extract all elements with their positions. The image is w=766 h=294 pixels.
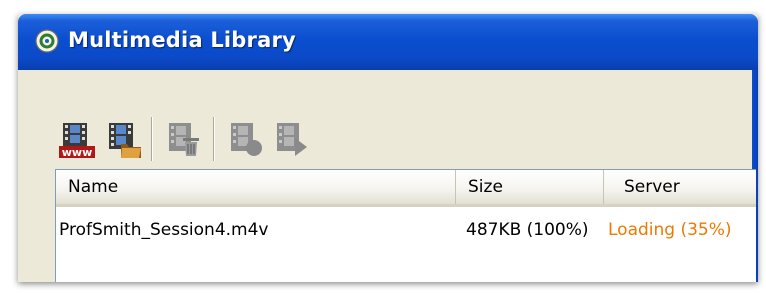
column-header-name[interactable]: Name [56, 170, 456, 204]
media-list[interactable]: Name Size Server ProfSmith_Session4.m4v … [55, 169, 756, 282]
film-play-icon [277, 123, 307, 156]
toolbar: www [18, 70, 752, 180]
server-status-cell: Loading (35%) [608, 220, 732, 240]
column-header-size[interactable]: Size [456, 170, 604, 204]
delete-button[interactable] [161, 118, 205, 162]
multimedia-library-window: Multimedia Library www Name Size Server … [18, 14, 758, 282]
screenshot-frame: Multimedia Library www Name Size Server … [0, 0, 766, 294]
play-button[interactable] [269, 118, 313, 162]
record-button[interactable] [223, 118, 267, 162]
film-folder-icon [109, 123, 141, 158]
film-delete-icon [169, 123, 199, 156]
list-header: Name Size Server [56, 170, 756, 207]
file-name-cell: ProfSmith_Session4.m4v [59, 220, 269, 240]
film-web-icon: www [59, 123, 95, 159]
film-record-icon [231, 123, 262, 156]
window-title: Multimedia Library [68, 28, 296, 52]
www-label: www [62, 146, 93, 159]
file-size-cell: 487KB (100%) [466, 220, 589, 240]
column-header-server[interactable]: Server [604, 170, 758, 204]
table-row[interactable]: ProfSmith_Session4.m4v 487KB (100%) Load… [56, 211, 756, 249]
add-from-folder-button[interactable] [101, 118, 145, 162]
toolbar-separator [151, 117, 153, 161]
title-bar[interactable]: Multimedia Library [18, 14, 758, 70]
toolbar-separator [213, 117, 215, 161]
add-from-web-button[interactable]: www [55, 118, 99, 162]
app-logo-icon [35, 29, 59, 53]
